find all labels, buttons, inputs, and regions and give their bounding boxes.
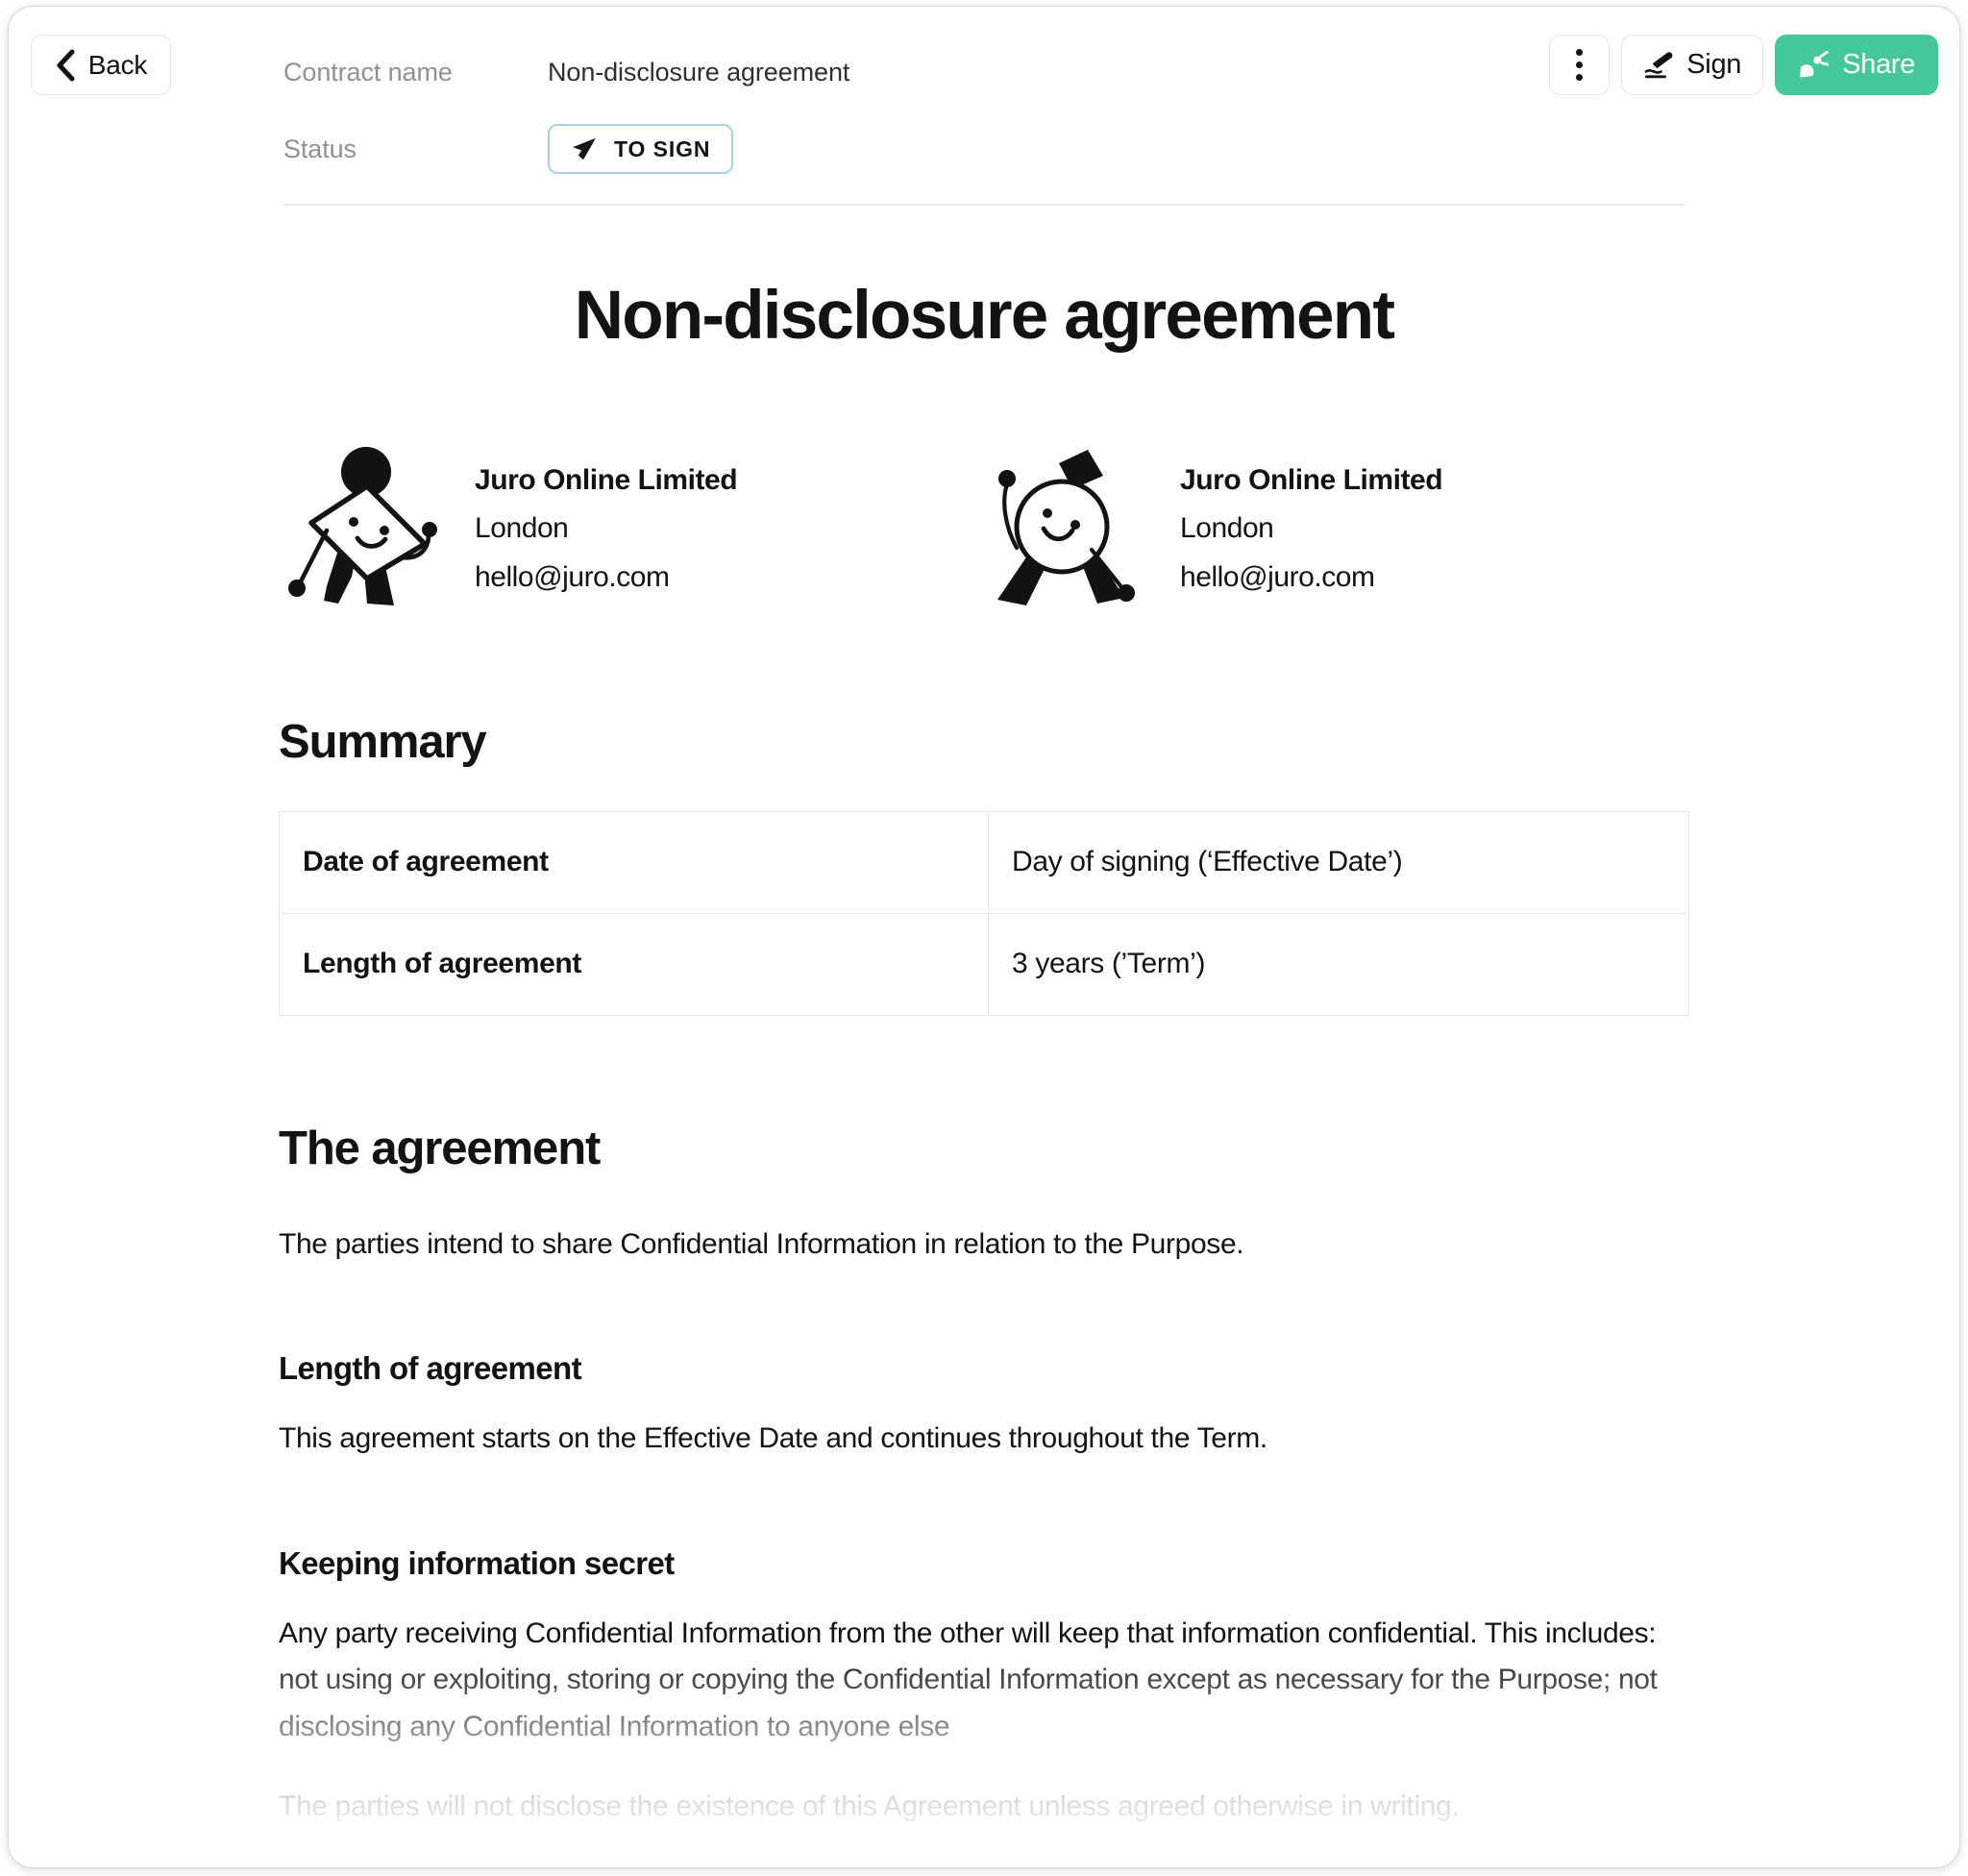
status-badge-label: TO SIGN <box>614 136 711 161</box>
party-city: London <box>475 512 569 545</box>
document-title: Non-disclosure agreement <box>574 278 1395 354</box>
summary-table: Date of agreement Day of signing (‘Effec… <box>279 810 1689 1016</box>
section-heading: Length of agreement <box>279 1350 582 1387</box>
summary-heading: Summary <box>279 715 487 768</box>
satellite-dish-icon <box>1798 50 1830 80</box>
summary-key: Length of agreement <box>279 912 989 1016</box>
party-email: hello@juro.com <box>1180 560 1375 593</box>
party-name: Juro Online Limited <box>1180 463 1443 496</box>
section-heading: Keeping information secret <box>279 1544 675 1581</box>
chevron-left-icon <box>55 49 76 82</box>
hat-figure-avatar <box>984 442 1155 613</box>
status-row: Status TO SIGN <box>283 124 849 174</box>
more-options-button[interactable] <box>1549 35 1611 95</box>
status-badge[interactable]: TO SIGN <box>548 124 734 174</box>
party-block: Juro Online Limited London hello@juro.co… <box>279 442 984 613</box>
diamond-figure-avatar <box>279 442 450 613</box>
agreement-heading: The agreement <box>279 1122 601 1174</box>
top-bar: Back Contract name Non-disclosure agreem… <box>9 7 1959 206</box>
sign-button-label: Sign <box>1686 49 1742 80</box>
party-details: Juro Online Limited London hello@juro.co… <box>475 457 738 598</box>
header-actions: Sign Share <box>1549 35 1938 95</box>
back-label: Back <box>87 49 148 80</box>
contract-viewer-window: Back Contract name Non-disclosure agreem… <box>8 6 1960 1868</box>
party-details: Juro Online Limited London hello@juro.co… <box>1180 457 1443 598</box>
party-name: Juro Online Limited <box>475 463 738 496</box>
table-row: Length of agreement 3 years (’Term’) <box>279 912 1689 1016</box>
party-email: hello@juro.com <box>475 560 670 593</box>
document-scroll-area[interactable]: Non-disclosure agreement Juro Online Lim… <box>9 206 1959 1867</box>
party-city: London <box>1180 512 1274 545</box>
parties-row: Juro Online Limited London hello@juro.co… <box>279 442 1689 613</box>
section-paragraph: Any party receiving Confidential Informa… <box>279 1617 1658 1742</box>
contract-name-value[interactable]: Non-disclosure agreement <box>548 58 849 87</box>
section-length-of-agreement: Length of agreement This agreement start… <box>279 1350 1689 1463</box>
section-paragraph: This agreement starts on the Effective D… <box>279 1422 1267 1455</box>
share-button-label: Share <box>1842 49 1915 80</box>
party-block: Juro Online Limited London hello@juro.co… <box>984 442 1689 613</box>
section-keeping-information-secret: Keeping information secret Any party rec… <box>279 1545 1689 1830</box>
contract-name-row: Contract name Non-disclosure agreement <box>283 47 849 97</box>
contract-meta: Contract name Non-disclosure agreement S… <box>283 47 849 201</box>
share-button[interactable]: Share <box>1775 35 1938 95</box>
summary-value[interactable]: Day of signing (‘Effective Date’) <box>988 810 1689 914</box>
back-button[interactable]: Back <box>31 35 171 95</box>
document-body: Non-disclosure agreement Juro Online Lim… <box>279 206 1689 1830</box>
kebab-menu-icon <box>1576 49 1584 81</box>
table-row: Date of agreement Day of signing (‘Effec… <box>279 810 1689 914</box>
status-label: Status <box>283 134 357 163</box>
section-paragraph: The parties will not disclose the existe… <box>279 1790 1460 1822</box>
summary-key: Date of agreement <box>279 810 989 914</box>
paper-plane-icon <box>571 136 598 162</box>
signature-stamp-icon <box>1643 51 1674 80</box>
summary-value[interactable]: 3 years (’Term’) <box>988 912 1689 1016</box>
contract-name-label: Contract name <box>283 57 453 86</box>
sign-button[interactable]: Sign <box>1621 35 1764 95</box>
agreement-intro: The parties intend to share Confidential… <box>279 1227 1244 1260</box>
